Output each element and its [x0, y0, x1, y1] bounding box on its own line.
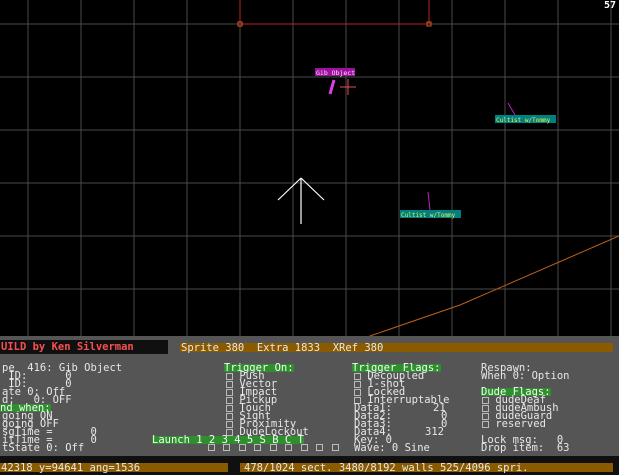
status-counts: 478/1024 sect. 3480/8192 walls 525/4096 … [244, 462, 529, 474]
map-grid [0, 0, 619, 336]
respawn-value[interactable]: When 0: Option [481, 371, 570, 382]
wall-line[interactable] [369, 235, 619, 336]
cultist-sprite[interactable]: Cultist w/Tommy [495, 102, 556, 124]
cultist-label: Cultist w/Tommy [401, 212, 456, 219]
launch-checkbox-icon[interactable] [223, 444, 230, 451]
drop-item-line[interactable]: Drop item: 63 [481, 443, 570, 454]
checkbox-icon[interactable] [226, 413, 233, 420]
launch-checkbox-icon[interactable] [301, 444, 308, 451]
launch-header: Launch 1 2 3 4 5 S B C T [152, 434, 304, 446]
launch-option-1: 1 [196, 434, 203, 446]
checkbox-icon[interactable] [226, 381, 233, 388]
sector-outline[interactable] [237, 0, 432, 27]
launch-checkbox-icon[interactable] [316, 444, 323, 451]
checkbox-icon[interactable] [226, 373, 233, 380]
launch-checkbox-icon[interactable] [254, 444, 261, 451]
rest-state-line: tState 0: Off [2, 442, 85, 454]
gib-object-sprite[interactable]: Gib Object [315, 68, 355, 95]
dude-flag-reserved-label: reserved [495, 418, 546, 430]
launch-label: Launch [152, 434, 190, 446]
data4-value[interactable]: 312 [425, 427, 444, 438]
checkbox-icon[interactable] [226, 397, 233, 404]
checkbox-icon[interactable] [354, 373, 361, 380]
status-position: 42318 y=94641 ang=1536 [1, 462, 141, 474]
launch-checkbox-icon[interactable] [239, 444, 246, 451]
launch-checkbox-icon[interactable] [270, 444, 277, 451]
launch-checkbox-icon[interactable] [208, 444, 215, 451]
cultist-label: Cultist w/Tommy [496, 117, 551, 124]
app-title: UILD by Ken Silverman [1, 341, 134, 353]
checkbox-icon[interactable] [226, 389, 233, 396]
map-view[interactable]: Gib Object Cultist w/Tommy Cultist w/Tom… [0, 0, 619, 336]
checkbox-icon[interactable] [354, 389, 361, 396]
wave-line[interactable]: Wave: 0 Sine [354, 443, 430, 454]
gib-object-label: Gib Object [316, 69, 355, 77]
checkbox-icon[interactable] [482, 413, 489, 420]
checkbox-icon[interactable] [482, 405, 489, 412]
launch-checkbox-icon[interactable] [332, 444, 339, 451]
player-arrow-icon[interactable] [277, 177, 325, 224]
checkbox-icon[interactable] [482, 421, 489, 428]
dude-flag-reserved[interactable]: reserved [482, 418, 546, 430]
cursor-crosshair-icon [340, 79, 356, 95]
checkbox-icon[interactable] [482, 397, 489, 404]
corner-number: 57 [604, 0, 616, 11]
object-info-panel: UILD by Ken Silverman Sprite 380 Extra 1… [0, 336, 619, 475]
checkbox-icon[interactable] [226, 405, 233, 412]
launch-checkbox-icon[interactable] [285, 444, 292, 451]
checkbox-icon[interactable] [226, 421, 233, 428]
sprite-info: Sprite 380 Extra 1833 XRef 380 [181, 342, 384, 354]
checkbox-icon[interactable] [354, 381, 361, 388]
launch-option-5: 5 [246, 434, 254, 446]
